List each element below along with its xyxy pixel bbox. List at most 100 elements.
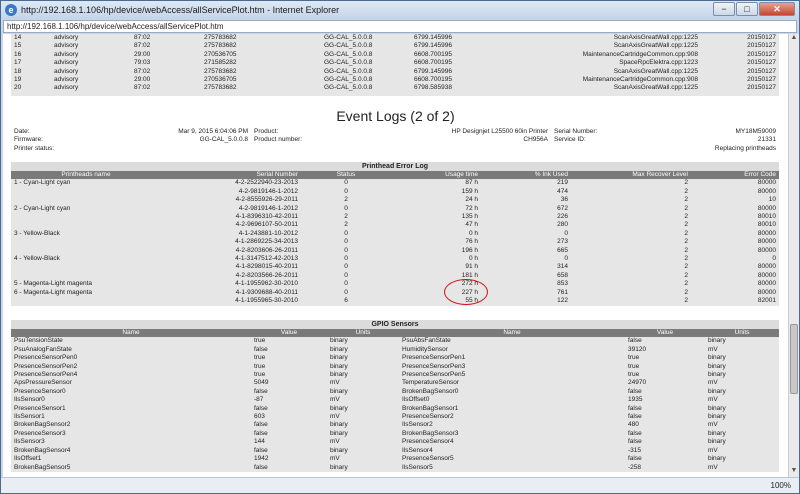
table-row: ApsPressureSensor 5049 mV TemperatureSensor…: [11, 379, 779, 387]
table-cell: 87:02: [134, 42, 151, 50]
table-cell: binary: [330, 362, 348, 370]
table-cell: PsuAnalogFanState: [14, 345, 72, 353]
table-cell: false: [628, 438, 642, 446]
table-cell: BrokenBagSensor1: [402, 404, 459, 412]
minimize-button[interactable]: −: [713, 2, 735, 16]
table-cell: 6: [344, 297, 348, 305]
table-cell: 72 h: [465, 204, 478, 212]
table-row: 16 advisory 29:00 270536705 GG-CAL_5.0.0.8 66…: [11, 51, 779, 59]
table-cell: 80000: [757, 204, 776, 212]
zoom-level[interactable]: 100%: [771, 481, 791, 490]
table-cell: false: [254, 429, 268, 437]
table-row: 17 advisory 79:03 271585282 GG-CAL_5.0.0.8 66…: [11, 59, 779, 67]
close-button[interactable]: ✕: [759, 2, 795, 16]
table-cell: 665: [557, 246, 568, 254]
table-cell: -258: [628, 463, 642, 471]
table-cell: binary: [708, 438, 726, 446]
table-cell: 2: [684, 280, 688, 288]
table-cell: binary: [708, 337, 726, 345]
table-cell: mV: [708, 345, 718, 353]
table-cell: PresenceSensorPen2: [14, 362, 78, 370]
table-row: BrokenBagSensor4 false binary IlsSensor4 -31…: [11, 447, 779, 455]
table-cell: IlsSensor0: [14, 396, 45, 404]
table-row: PsuAnalogFanState false binary HumiditySens…: [11, 346, 779, 354]
printhead-log-banner: Printhead Error Log: [11, 162, 779, 171]
event-table-previous: 14 advisory 87:02 275783682 GG-CAL_5.0.0.8 67…: [11, 34, 779, 96]
column-header: Usage time: [445, 171, 478, 178]
maximize-button[interactable]: □: [736, 2, 758, 16]
table-cell: 0: [344, 271, 348, 279]
table-cell: GG-CAL_5.0.0.8: [324, 34, 373, 41]
product-label: Product:: [254, 128, 279, 135]
table-cell: 2: [684, 288, 688, 296]
table-cell: true: [254, 362, 266, 370]
table-cell: 80000: [757, 280, 776, 288]
table-row: 19 advisory 29:00 270536705 GG-CAL_5.0.0.8 66…: [11, 76, 779, 84]
table-cell: BrokenBagSensor4: [14, 446, 71, 454]
table-cell: 0: [344, 229, 348, 237]
table-cell: 219: [557, 179, 568, 187]
table-cell: 36: [560, 196, 568, 204]
table-cell: PresenceSensor3: [14, 429, 66, 437]
table-cell: MaintenanceCartridgeCommon.cpp:908: [582, 76, 698, 84]
table-cell: 0: [344, 246, 348, 254]
table-cell: 6799.145996: [414, 42, 452, 50]
table-cell: false: [254, 463, 268, 471]
table-cell: binary: [708, 387, 726, 395]
table-cell: binary: [330, 446, 348, 454]
date-label: Date:: [14, 128, 30, 135]
table-cell: [11, 247, 161, 255]
table-cell: 80000: [757, 263, 776, 271]
address-bar[interactable]: http://192.168.1.106/hp/device/webAccess…: [3, 20, 797, 33]
date-value: Mar 9, 2015 6:04:06 PM: [178, 128, 248, 135]
table-cell: 79:03: [134, 59, 151, 67]
table-cell: 4-1-8396310-42-2011: [235, 213, 298, 221]
table-cell: binary: [330, 404, 348, 412]
gpio-banner: GPIO Sensors: [11, 320, 779, 329]
table-cell: 2: [684, 263, 688, 271]
service-id-value: 21331: [757, 136, 776, 144]
table-cell: 2: [684, 238, 688, 246]
table-cell: false: [254, 345, 268, 353]
table-cell: 0: [344, 288, 348, 296]
scroll-up-icon[interactable]: ▲: [789, 34, 799, 44]
table-cell: 6799.145996: [414, 34, 452, 41]
table-cell: 275783682: [204, 42, 237, 50]
table-cell: PresenceSensor1: [14, 404, 66, 412]
table-cell: 275783682: [204, 34, 237, 41]
table-row: 5 - Magenta-Light magenta 4-1-1955962-30-…: [11, 280, 779, 288]
table-cell: 0: [344, 179, 348, 187]
table-cell: PresenceSensor5: [402, 455, 454, 463]
table-cell: 275783682: [204, 84, 237, 92]
scroll-down-icon[interactable]: ▼: [789, 467, 799, 477]
table-cell: 20150127: [747, 50, 776, 58]
table-row: 2 - Cyan-Light cyan 4-2-9819146-1-2012 0 72…: [11, 205, 779, 213]
table-row: IlsOffset1 1942 mV PresenceSensor5 false bina…: [11, 455, 779, 463]
table-cell: 76 h: [465, 238, 478, 246]
table-cell: 20150127: [747, 67, 776, 75]
scroll-thumb[interactable]: [790, 324, 798, 394]
table-cell: 761: [557, 288, 568, 296]
table-cell: ScanAxisGreatWall.cpp:1225: [613, 42, 698, 50]
table-cell: false: [628, 387, 642, 395]
page-content: 14 advisory 87:02 275783682 GG-CAL_5.0.0.8 67…: [3, 34, 788, 477]
table-cell: binary: [330, 371, 348, 379]
table-cell: PresenceSensor0: [14, 387, 66, 395]
table-cell: false: [628, 337, 642, 345]
vertical-scrollbar[interactable]: ▲ ▼: [788, 34, 799, 477]
table-row: 4-1-2869225-34-2013 0 76 h 273 2 80000: [11, 238, 779, 246]
table-cell: true: [254, 337, 266, 345]
table-row: 6 - Magenta-Light magenta 4-1-9309688-40-…: [11, 289, 779, 297]
table-cell: 20150127: [747, 34, 776, 41]
table-cell: 87:02: [134, 67, 151, 75]
table-cell: 270536705: [204, 50, 237, 58]
table-cell: false: [628, 429, 642, 437]
table-cell: 658: [557, 271, 568, 279]
table-cell: binary: [708, 371, 726, 379]
table-cell: advisory: [54, 84, 79, 92]
table-cell: GG-CAL_5.0.0.8: [324, 76, 373, 84]
table-cell: true: [254, 354, 266, 362]
table-row: PresenceSensorPen2 true binary PresenceSens…: [11, 363, 779, 371]
table-row: PresenceSensor1 false binary BrokenBagSenso…: [11, 405, 779, 413]
table-row: 4-2-9819146-1-2012 0 159 h 474 2 80000: [11, 188, 779, 196]
